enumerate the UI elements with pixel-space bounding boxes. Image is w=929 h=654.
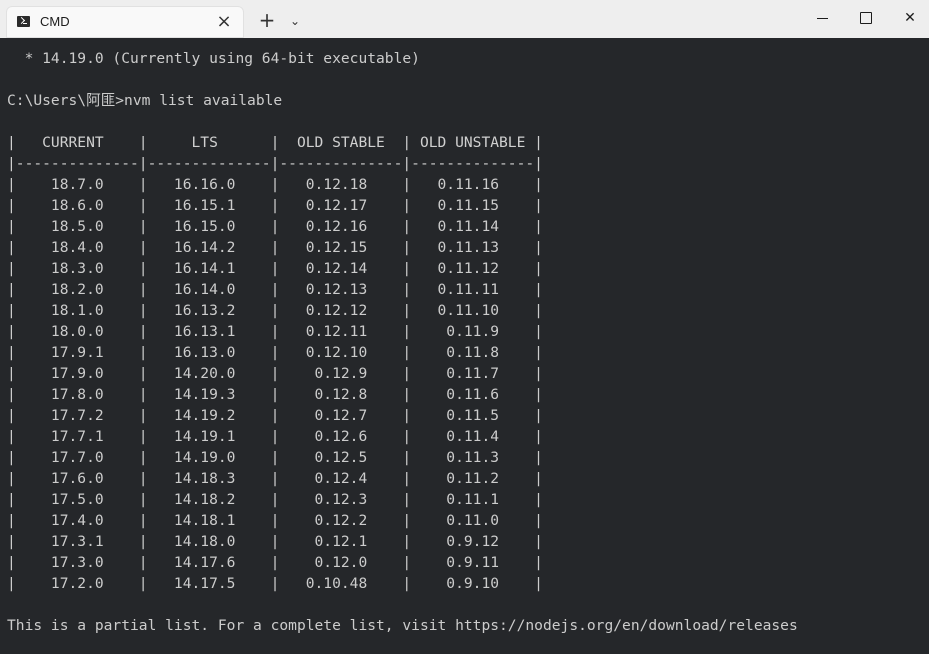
table-row: | 17.7.2 | 14.19.2 | 0.12.7 | 0.11.5 | bbox=[7, 407, 543, 424]
close-icon[interactable]: × bbox=[214, 12, 234, 32]
console-line: * 14.19.0 (Currently using 64-bit execut… bbox=[7, 50, 420, 67]
table-row: | 17.6.0 | 14.18.3 | 0.12.4 | 0.11.2 | bbox=[7, 470, 543, 487]
terminal-window: CMD × + ⌄ ✕ * 14.19.0 (Currently using 6… bbox=[0, 0, 929, 654]
table-row: | 17.5.0 | 14.18.2 | 0.12.3 | 0.11.1 | bbox=[7, 491, 543, 508]
table-row: | 17.7.0 | 14.19.0 | 0.12.5 | 0.11.3 | bbox=[7, 449, 543, 466]
table-divider: |--------------|--------------|---------… bbox=[7, 155, 543, 172]
table-row: | 17.9.0 | 14.20.0 | 0.12.9 | 0.11.7 | bbox=[7, 365, 543, 382]
table-row: | 18.0.0 | 16.13.1 | 0.12.11 | 0.11.9 | bbox=[7, 323, 543, 340]
minimize-button[interactable] bbox=[802, 4, 842, 32]
tab-cmd[interactable]: CMD × bbox=[6, 6, 244, 38]
table-row: | 18.2.0 | 16.14.0 | 0.12.13 | 0.11.11 | bbox=[7, 281, 543, 298]
table-row: | 17.3.0 | 14.17.6 | 0.12.0 | 0.9.11 | bbox=[7, 554, 543, 571]
maximize-icon bbox=[860, 12, 872, 24]
table-row: | 17.8.0 | 14.19.3 | 0.12.8 | 0.11.6 | bbox=[7, 386, 543, 403]
title-bar: CMD × + ⌄ ✕ bbox=[0, 0, 929, 38]
console-output[interactable]: * 14.19.0 (Currently using 64-bit execut… bbox=[0, 38, 929, 654]
tab-title: CMD bbox=[40, 14, 70, 29]
console-line: C:\Users\阿匪>nvm list available bbox=[7, 92, 283, 109]
table-row: | 18.3.0 | 16.14.1 | 0.12.14 | 0.11.12 | bbox=[7, 260, 543, 277]
console-footer: This is a partial list. For a complete l… bbox=[7, 617, 798, 634]
terminal-icon bbox=[17, 16, 30, 27]
table-row: | 17.7.1 | 14.19.1 | 0.12.6 | 0.11.4 | bbox=[7, 428, 543, 445]
table-row: | 18.6.0 | 16.15.1 | 0.12.17 | 0.11.15 | bbox=[7, 197, 543, 214]
table-row: | 17.4.0 | 14.18.1 | 0.12.2 | 0.11.0 | bbox=[7, 512, 543, 529]
table-header: | CURRENT | LTS | OLD STABLE | OLD UNSTA… bbox=[7, 134, 543, 151]
minimize-icon bbox=[816, 17, 828, 19]
table-row: | 18.7.0 | 16.16.0 | 0.12.18 | 0.11.16 | bbox=[7, 176, 543, 193]
table-row: | 17.3.1 | 14.18.0 | 0.12.1 | 0.9.12 | bbox=[7, 533, 543, 550]
table-row: | 18.5.0 | 16.15.0 | 0.12.16 | 0.11.14 | bbox=[7, 218, 543, 235]
close-icon: ✕ bbox=[904, 10, 916, 26]
plus-icon[interactable]: + bbox=[255, 10, 279, 30]
table-row: | 18.1.0 | 16.13.2 | 0.12.12 | 0.11.10 | bbox=[7, 302, 543, 319]
table-row: | 17.9.1 | 16.13.0 | 0.12.10 | 0.11.8 | bbox=[7, 344, 543, 361]
maximize-button[interactable] bbox=[846, 4, 886, 32]
table-row: | 18.4.0 | 16.14.2 | 0.12.15 | 0.11.13 | bbox=[7, 239, 543, 256]
chevron-down-icon[interactable]: ⌄ bbox=[286, 12, 304, 30]
close-button[interactable]: ✕ bbox=[890, 4, 929, 32]
table-row: | 17.2.0 | 14.17.5 | 0.10.48 | 0.9.10 | bbox=[7, 575, 543, 592]
